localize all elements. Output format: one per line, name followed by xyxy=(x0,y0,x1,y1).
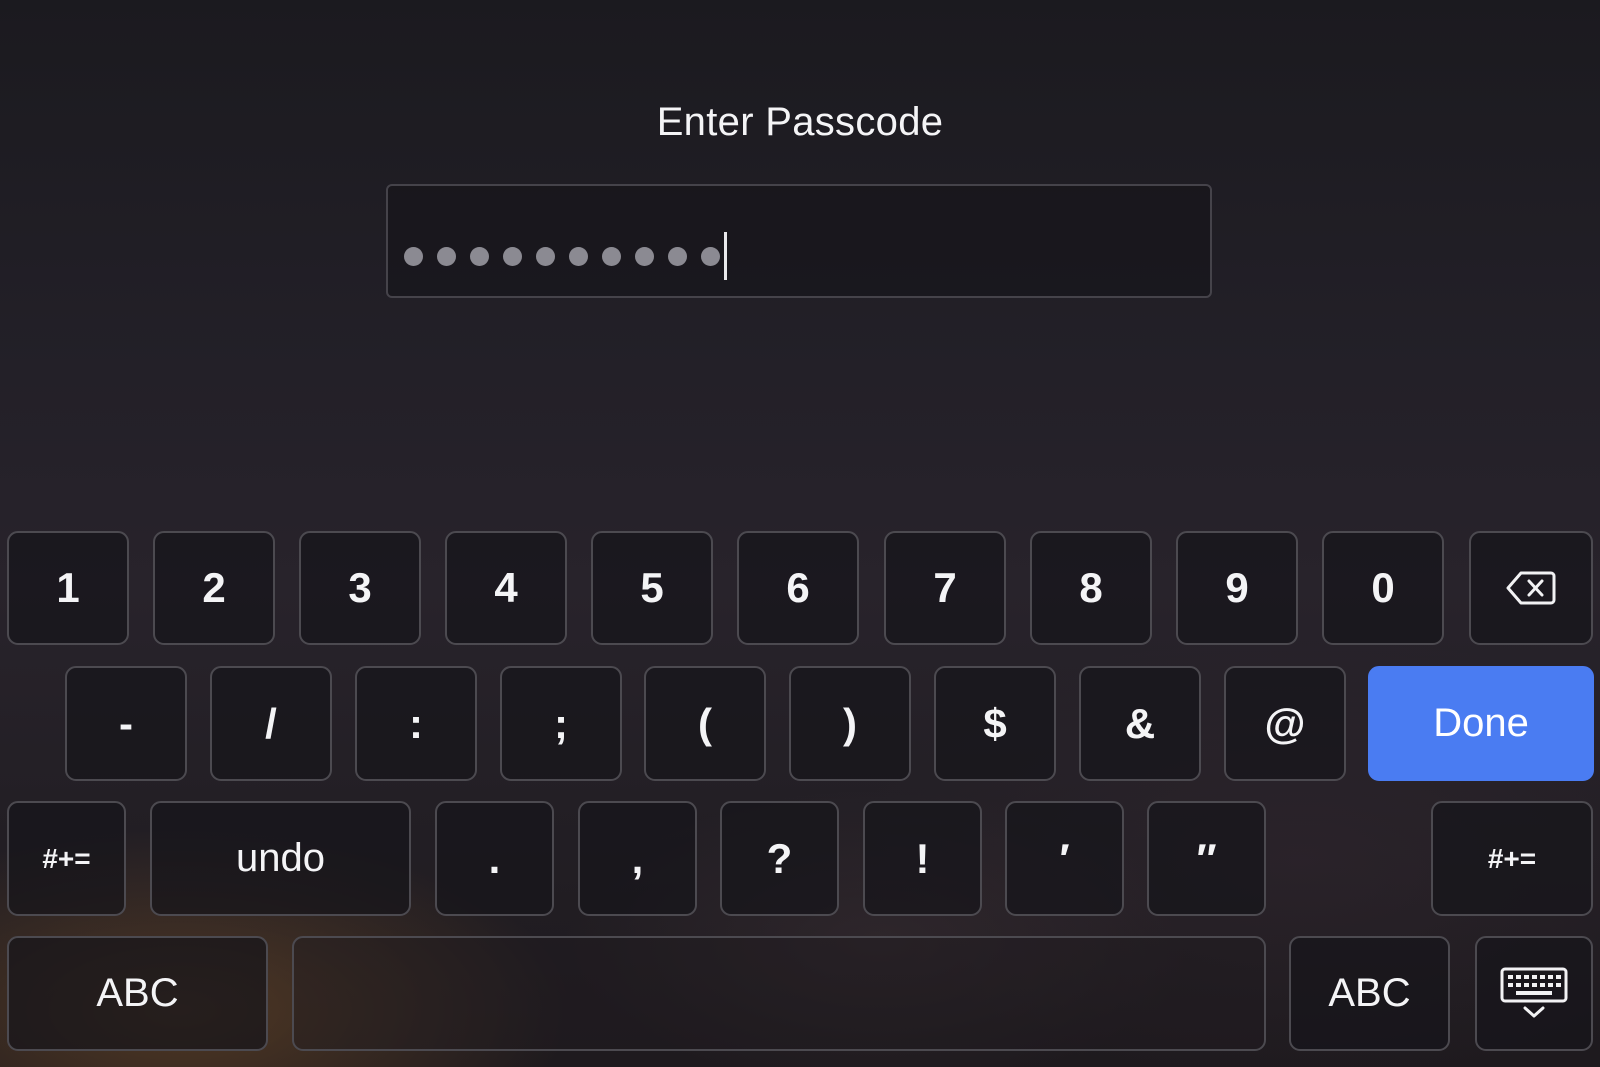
passcode-title: Enter Passcode xyxy=(656,100,944,144)
key-question[interactable]: ? xyxy=(720,801,839,916)
passcode-dot xyxy=(668,246,687,266)
passcode-dot xyxy=(602,246,621,266)
key-exclamation[interactable]: ! xyxy=(863,801,982,916)
text-cursor xyxy=(724,232,727,280)
space-bar[interactable] xyxy=(292,936,1266,1051)
key-2[interactable]: 2 xyxy=(153,531,275,645)
key-8[interactable]: 8 xyxy=(1030,531,1152,645)
key-open-paren[interactable]: ( xyxy=(644,666,766,781)
key-hyphen[interactable]: - xyxy=(65,666,187,781)
symbols-shift-left[interactable]: #+= xyxy=(7,801,126,916)
delete-key[interactable] xyxy=(1469,531,1593,645)
abc-key-right[interactable]: ABC xyxy=(1289,936,1450,1051)
masked-passcode xyxy=(404,232,727,280)
key-period[interactable]: . xyxy=(435,801,554,916)
key-3[interactable]: 3 xyxy=(299,531,421,645)
keyboard-dismiss-icon xyxy=(1500,967,1568,1017)
key-ampersand[interactable]: & xyxy=(1079,666,1201,781)
key-at[interactable]: @ xyxy=(1224,666,1346,781)
passcode-dot xyxy=(437,246,456,266)
key-1[interactable]: 1 xyxy=(7,531,129,645)
key-apostrophe[interactable]: ′ xyxy=(1005,801,1124,916)
passcode-dot xyxy=(536,246,555,266)
key-comma[interactable]: , xyxy=(578,801,697,916)
abc-key-left[interactable]: ABC xyxy=(7,936,268,1051)
passcode-dot xyxy=(470,246,489,266)
key-5[interactable]: 5 xyxy=(591,531,713,645)
symbols-shift-right[interactable]: #+= xyxy=(1431,801,1593,916)
key-9[interactable]: 9 xyxy=(1176,531,1298,645)
passcode-dot xyxy=(701,246,720,266)
key-dollar[interactable]: $ xyxy=(934,666,1056,781)
key-4[interactable]: 4 xyxy=(445,531,567,645)
passcode-dot xyxy=(404,246,423,266)
key-semicolon[interactable]: ; xyxy=(500,666,622,781)
passcode-dot xyxy=(635,246,654,266)
key-slash[interactable]: / xyxy=(210,666,332,781)
key-6[interactable]: 6 xyxy=(737,531,859,645)
passcode-dot xyxy=(569,246,588,266)
key-close-paren[interactable]: ) xyxy=(789,666,911,781)
passcode-field[interactable] xyxy=(386,184,1212,298)
done-button[interactable]: Done xyxy=(1368,666,1594,781)
undo-key[interactable]: undo xyxy=(150,801,411,916)
key-quote[interactable]: ″ xyxy=(1147,801,1266,916)
backspace-icon xyxy=(1506,571,1556,605)
key-7[interactable]: 7 xyxy=(884,531,1006,645)
passcode-dot xyxy=(503,246,522,266)
key-colon[interactable]: : xyxy=(355,666,477,781)
dismiss-keyboard-key[interactable] xyxy=(1475,936,1593,1051)
key-0[interactable]: 0 xyxy=(1322,531,1444,645)
